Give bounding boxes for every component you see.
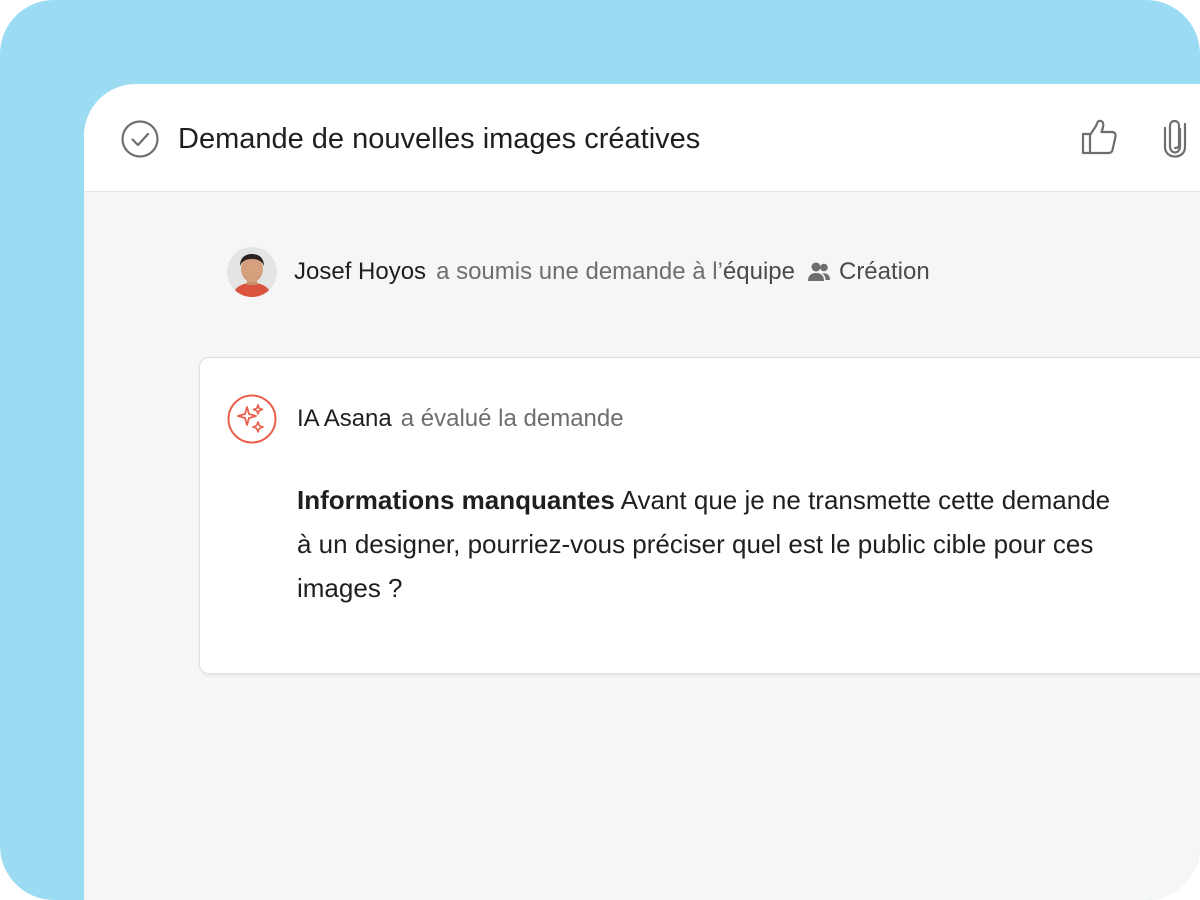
paperclip-icon[interactable] — [1158, 118, 1192, 158]
check-circle-icon[interactable] — [120, 119, 160, 159]
ai-action: a évalué la demande — [400, 405, 624, 432]
ai-author-name[interactable]: IA Asana — [297, 405, 392, 432]
task-title[interactable]: Demande de nouvelles images créatives — [178, 120, 700, 158]
thumbs-up-icon[interactable] — [1080, 118, 1118, 156]
ai-sparkle-icon — [227, 394, 277, 444]
task-header: Demande de nouvelles images créatives — [84, 84, 1200, 192]
activity-action: a soumis une demande à l’ — [436, 258, 723, 285]
ai-message-label: Informations manquantes — [297, 485, 615, 515]
ai-message: Informations manquantes Avant que je ne … — [297, 478, 1117, 610]
ai-comment-card: IA Asana a évalué la demande Informations… — [199, 357, 1200, 674]
ai-comment-header: IA Asana a évalué la demande — [297, 405, 624, 433]
team-icon — [807, 262, 830, 281]
team-link[interactable]: Création — [839, 258, 930, 286]
activity-entry: Josef Hoyos a soumis une demande à l’ éq… — [227, 247, 930, 297]
backdrop: Demande de nouvelles images créatives Jo… — [0, 0, 1200, 900]
task-window: Demande de nouvelles images créatives Jo… — [84, 84, 1200, 900]
actor-name[interactable]: Josef Hoyos — [294, 258, 426, 286]
team-word: équipe — [722, 258, 795, 285]
avatar[interactable] — [227, 247, 277, 297]
activity-text: Josef Hoyos a soumis une demande à l’ éq… — [294, 258, 930, 286]
